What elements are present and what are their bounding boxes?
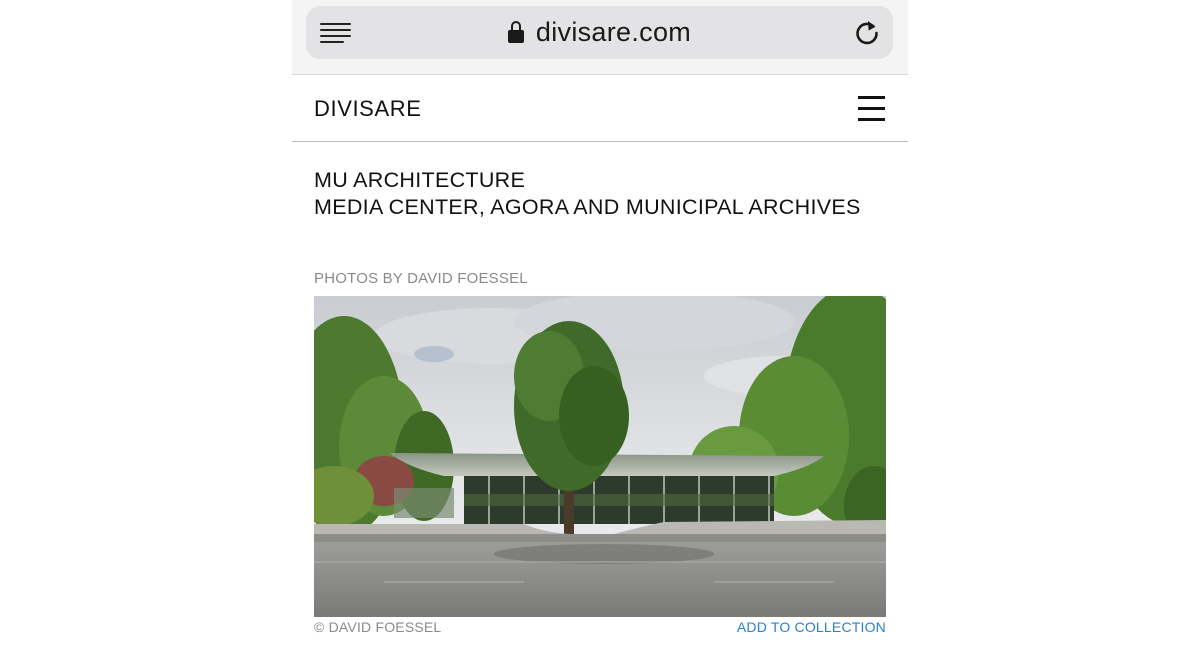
project-name: MEDIA CENTER, AGORA AND MUNICIPAL ARCHIV… xyxy=(314,195,861,219)
hamburger-menu-icon[interactable] xyxy=(858,94,887,122)
photo-caption: © DAVID FOESSEL ADD TO COLLECTION xyxy=(314,619,886,637)
hero-photo[interactable] xyxy=(314,296,886,617)
url-text: divisare.com xyxy=(535,17,692,47)
photos-by-label: PHOTOS BY DAVID FOESSEL xyxy=(314,270,528,287)
article-title: MU ARCHITECTURE MEDIA CENTER, AGORA AND … xyxy=(314,167,861,221)
phone-viewport: divisare.com DIVISARE MU ARCHITECTURE ME… xyxy=(292,0,908,645)
url-display[interactable]: divisare.com xyxy=(306,6,893,59)
reload-icon[interactable] xyxy=(853,18,881,46)
add-to-collection-link[interactable]: ADD TO COLLECTION xyxy=(737,619,886,635)
lock-icon xyxy=(507,20,524,43)
site-logo[interactable]: DIVISARE xyxy=(314,96,422,122)
site-header: DIVISARE xyxy=(292,75,908,142)
browser-toolbar: divisare.com xyxy=(292,0,908,75)
architect-name[interactable]: MU ARCHITECTURE xyxy=(314,167,861,194)
address-bar[interactable]: divisare.com xyxy=(306,6,893,59)
photo-credit: © DAVID FOESSEL xyxy=(314,619,442,635)
